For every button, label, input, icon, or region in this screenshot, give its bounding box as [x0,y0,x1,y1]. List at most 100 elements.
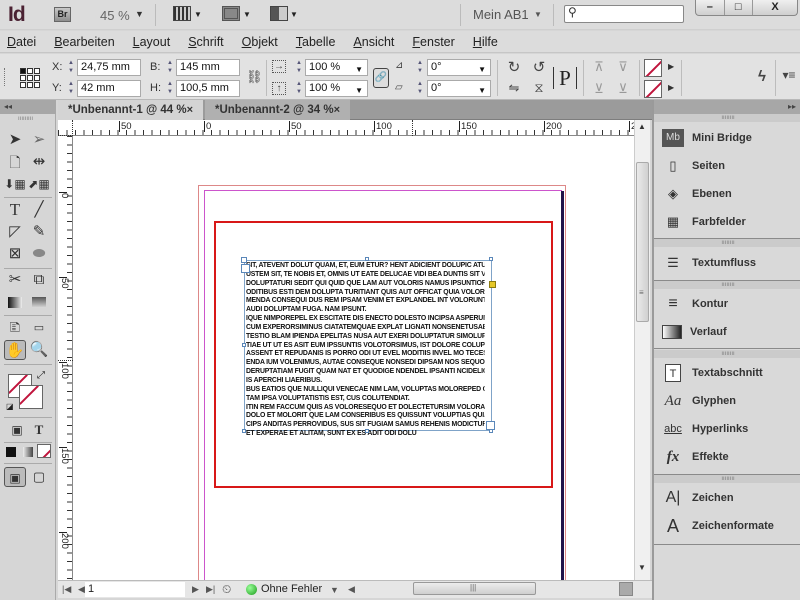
dropdown-icon[interactable]: ▼ [478,83,486,98]
scale-y-field[interactable]: 100 % ▼ [305,80,368,97]
panel-grip[interactable]: ııııııııı [18,116,33,122]
panel-zeichen[interactable]: A| Zeichen [654,486,800,510]
panel-kontur[interactable]: ≡ Kontur [654,292,800,316]
dropdown-icon[interactable]: ▼ [355,83,363,98]
screen-mode-icon[interactable] [222,6,240,21]
direct-selection-tool-icon[interactable]: ➢ [28,130,50,150]
menu-tabelle[interactable]: Tabelle [296,35,336,49]
height-field[interactable]: 100,5 mm [176,80,240,97]
collapse-dock-icon[interactable]: ▸▸ [654,100,800,114]
reference-point-icon[interactable] [20,68,40,88]
flip-horizontal-icon[interactable]: ⇋ [505,80,523,96]
hand-tool-icon[interactable]: ✋ [4,340,26,360]
dropdown-icon[interactable]: ▼ [478,62,486,77]
panel-seiten[interactable]: ▯ Seiten [654,154,800,178]
rotate-clockwise-icon[interactable]: ↻ [505,58,523,76]
arrange-documents-icon[interactable] [270,6,288,21]
menu-objekt[interactable]: Objekt [242,35,278,49]
selection-handle[interactable] [365,257,369,261]
ellipse-tool-icon[interactable]: ⬬ [28,244,50,264]
fill-menu-arrow-icon[interactable]: ▶ [668,62,674,71]
panel-group-grip[interactable]: ıııııııı [654,350,800,358]
zoom-tool-icon[interactable]: 🔍 [28,340,50,360]
shear-stepper[interactable]: ▲ ▼ [415,80,425,97]
width-field[interactable]: 145 mm [176,59,240,76]
next-page-icon[interactable]: ▶ [192,584,199,595]
workspace-switcher[interactable]: Mein AB1 [473,7,529,22]
panel-group-grip[interactable]: ıııııııı [654,114,800,122]
scroll-up-icon[interactable]: ▲ [638,122,646,131]
quick-apply-icon[interactable]: ϟ [754,68,770,85]
select-previous-icon[interactable]: ⊽ [614,59,632,75]
flip-vertical-icon[interactable]: ⧖ [530,80,548,96]
menu-fenster[interactable]: Fenster [412,35,454,49]
gradient-feather-tool-icon[interactable] [28,292,50,312]
search-input[interactable] [564,5,684,23]
view-options-icon[interactable] [173,6,191,21]
dropdown-icon[interactable]: ▼ [355,62,363,77]
stroke-swatch[interactable] [644,80,662,98]
selection-handle[interactable] [241,257,247,263]
free-transform-tool-icon[interactable]: ⧉ [28,270,50,290]
stroke-color-swatch[interactable] [19,385,43,409]
open-document-icon[interactable]: ⏲ [222,582,231,597]
panel-effekte[interactable]: fx Effekte [654,445,800,469]
scale-x-field[interactable]: 100 % ▼ [305,59,368,76]
first-page-icon[interactable]: |◀ [62,584,71,595]
panel-hyperlinks[interactable]: abc Hyperlinks [654,417,800,441]
preflight-menu-icon[interactable]: ▼ [330,585,339,595]
panel-zeichenformate[interactable]: A Zeichenformate [654,514,800,538]
x-field[interactable]: 24,75 mm [77,59,141,76]
minimize-button[interactable]: – [696,0,725,15]
stroke-menu-arrow-icon[interactable]: ▶ [668,83,674,92]
selection-handle[interactable] [242,343,246,347]
panel-farbfelder[interactable]: ▦ Farbfelder [654,210,800,234]
formatting-text-icon[interactable]: T [28,420,50,440]
panel-verlauf[interactable]: ■ Verlauf [654,320,800,344]
zoom-level-field[interactable]: 45 % [100,8,130,23]
panel-textumfluss[interactable]: ☰ Textumfluss [654,251,800,275]
split-view-icon[interactable] [619,582,633,596]
panel-ebenen[interactable]: ◈ Ebenen [654,182,800,206]
selection-handle[interactable] [489,257,493,261]
panel-mini-bridge[interactable]: Mb Mini Bridge [654,126,800,150]
scroll-left-icon[interactable]: ◀ [348,584,355,595]
close-button[interactable]: X [753,0,797,15]
normal-view-mode-icon[interactable]: ▣ [4,467,26,487]
tab-unbenannt-1[interactable]: *Unbenannt-1 @ 44 % × [58,100,203,120]
panel-menu-icon[interactable]: ▾≡ [781,68,797,82]
close-tab-icon[interactable]: × [187,100,193,120]
width-stepper[interactable]: ▲ ▼ [165,59,175,76]
constrain-proportions-icon[interactable]: ⛓ [246,69,263,85]
rotate-field[interactable]: 0° ▼ [427,59,491,76]
menu-bearbeiten[interactable]: Bearbeiten [54,35,114,49]
maximize-button[interactable]: □ [725,0,753,15]
menu-hilfe[interactable]: Hilfe [473,35,498,49]
panel-group-grip[interactable]: ıııııııı [654,475,800,483]
content-placer-icon[interactable]: ⬈▦ [28,174,50,194]
collapse-toolbox-icon[interactable]: ◂◂ [0,100,56,114]
rectangle-frame-tool-icon[interactable]: ⊠ [4,244,26,264]
apply-color-icon[interactable] [6,447,16,457]
menu-schrift[interactable]: Schrift [188,35,223,49]
pencil-tool-icon[interactable]: ✎ [28,222,50,242]
swap-fill-stroke-icon[interactable]: ⤢ [37,370,45,381]
y-field[interactable]: 42 mm [77,80,141,97]
text-in-port[interactable] [241,264,250,273]
height-stepper[interactable]: ▲ ▼ [165,80,175,97]
panel-glyphen[interactable]: Aa Glyphen [654,389,800,413]
selection-handle[interactable] [365,429,369,433]
rotate-stepper[interactable]: ▲ ▼ [415,59,425,76]
selection-handle[interactable] [242,429,246,433]
fill-swatch[interactable] [644,59,662,77]
zoom-dropdown-icon[interactable]: ▼ [135,9,144,19]
content-collector-icon[interactable]: ⬇▦ [4,174,26,194]
panel-group-grip[interactable]: ıııııııı [654,239,800,247]
chevron-down-icon[interactable]: ▼ [534,10,542,19]
live-corner-handle[interactable] [489,281,496,288]
screen-mode-icon[interactable]: ▢ [28,467,50,487]
apply-none-icon[interactable] [37,444,51,458]
horizontal-scroll-thumb[interactable]: ||| [413,582,536,595]
x-stepper[interactable]: ▲ ▼ [66,59,76,76]
default-fill-stroke-icon[interactable]: ◪ [6,402,14,411]
